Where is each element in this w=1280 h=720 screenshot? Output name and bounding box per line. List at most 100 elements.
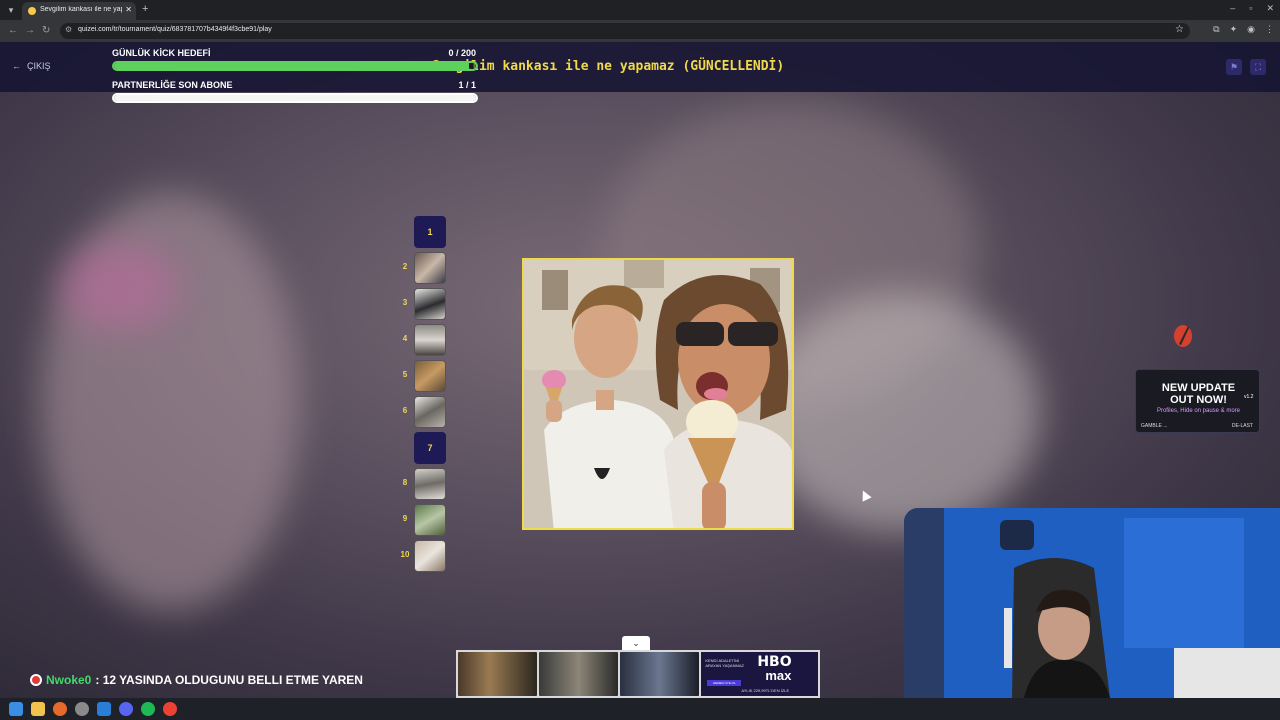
chrome-icon[interactable]	[163, 702, 177, 716]
forward-icon[interactable]: →	[25, 25, 35, 36]
fullscreen-icon[interactable]: ⛶	[1250, 59, 1266, 75]
maximize-icon[interactable]: ▫	[1249, 3, 1252, 14]
update-announcement[interactable]: NEW UPDATE OUT NOW! v1.2 Profiles, Hide …	[1135, 369, 1260, 433]
goal-progress-bar	[112, 61, 478, 71]
ad-poster	[620, 652, 700, 696]
bookmark-star-icon[interactable]: ☆	[1175, 24, 1184, 35]
back-icon[interactable]: ←	[8, 25, 18, 36]
exit-button[interactable]: ← ÇIKIŞ	[12, 61, 51, 71]
url-text: quizei.com/tr/tournament/quiz/683781707b…	[78, 26, 272, 33]
round-item[interactable]: 3	[398, 288, 448, 320]
last-subscriber-goal: PARTNERLİĞE SON ABONE 1 / 1	[112, 80, 478, 103]
chat-message: Nwoke0 : 12 YASINDA OLDUGUNU BELLI ETME …	[30, 673, 363, 687]
update-title-line1: NEW UPDATE	[1161, 382, 1236, 394]
round-number: 2	[402, 262, 408, 271]
profile-icon[interactable]: ◉	[1247, 24, 1255, 35]
round-item[interactable]: 4	[398, 324, 448, 356]
round-item[interactable]: 2	[398, 252, 448, 284]
round-number: 6	[402, 406, 408, 415]
pokeball-icon	[30, 674, 42, 686]
goal-label: PARTNERLİĞE SON ABONE	[112, 80, 233, 90]
flag-icon[interactable]: ⚑	[1226, 59, 1242, 75]
round-item[interactable]: 8	[398, 468, 448, 500]
ad-banner[interactable]: KENDİ ADALETİNİ ARAYAN YAŞANMAZ HBO max …	[456, 650, 820, 698]
quiz-page: ← ÇIKIŞ Sevgilim kankası ile ne yapamaz …	[0, 42, 1280, 698]
quiz-header: ← ÇIKIŞ Sevgilim kankası ile ne yapamaz …	[0, 42, 1280, 103]
question-image[interactable]	[522, 258, 794, 530]
chat-username: Nwoke0	[46, 673, 92, 687]
extensions-puzzle-icon[interactable]: ✦	[1230, 24, 1238, 35]
hbo-max-logo: max	[765, 668, 792, 683]
streamer-webcam	[904, 508, 1280, 698]
goal-label: GÜNLÜK KİCK HEDEFİ	[112, 48, 211, 58]
round-number: 3	[402, 298, 408, 307]
webcam-feed	[904, 508, 1280, 698]
ad-poster	[539, 652, 619, 696]
round-thumbnail	[414, 288, 446, 320]
update-title-line2: OUT NOW!	[1170, 394, 1227, 406]
update-version: v1.2	[1244, 394, 1254, 400]
discord-icon[interactable]	[119, 702, 133, 716]
hbo-logo: HBO	[757, 654, 792, 670]
tab-close-icon[interactable]: ✕	[125, 5, 132, 14]
round-number: 8	[402, 478, 408, 487]
file-explorer-icon[interactable]	[31, 702, 45, 716]
screen: ▾ Sevgilim kankası ile ne yapama ✕ + – ▫…	[0, 0, 1280, 720]
round-number: 5	[402, 370, 408, 379]
ad-poster	[458, 652, 538, 696]
window-controls: – ▫ ✕	[1230, 3, 1274, 14]
hbo-max-ad[interactable]: KENDİ ADALETİNİ ARAYAN YAŞANMAZ HBO max …	[701, 652, 819, 696]
round-number: 9	[402, 514, 408, 523]
background-blur-shape	[60, 242, 180, 332]
spotify-icon[interactable]	[141, 702, 155, 716]
browser-toolbar: ← → ↻ ⚙ quizei.com/tr/tournament/quiz/68…	[0, 20, 1280, 42]
round-thumbnail	[414, 396, 446, 428]
background-blur-shape	[760, 292, 1040, 532]
extension-icon[interactable]: ⧉	[1213, 24, 1219, 35]
round-item[interactable]: 5	[398, 360, 448, 392]
daily-kick-goal: GÜNLÜK KİCK HEDEFİ 0 / 200	[112, 48, 478, 71]
arrow-left-icon: ←	[12, 61, 21, 71]
favicon-icon	[28, 7, 36, 15]
hbo-cta-button[interactable]: HEMEN ÜYE OL	[707, 680, 742, 686]
round-item[interactable]: 6	[398, 396, 448, 428]
tab-search-icon[interactable]: ▾	[4, 3, 18, 17]
round-thumbnail	[414, 504, 446, 536]
round-thumbnail	[414, 540, 446, 572]
update-footer-right: DE-LAST	[1231, 423, 1253, 429]
browser-tab-bar: ▾ Sevgilim kankası ile ne yapama ✕ + – ▫…	[0, 0, 1280, 20]
goal-progress-bar	[112, 93, 478, 103]
site-info-icon[interactable]: ⚙	[65, 25, 72, 34]
extension-icons: ⧉ ✦ ◉ ⋮	[1213, 24, 1274, 35]
menu-kebab-icon[interactable]: ⋮	[1265, 24, 1274, 35]
reload-icon[interactable]: ↻	[42, 25, 50, 36]
address-bar[interactable]: ⚙ quizei.com/tr/tournament/quiz/68378170…	[60, 23, 1190, 39]
round-item[interactable]: 9	[398, 504, 448, 536]
couple-photo	[524, 260, 792, 528]
round-number: 10	[400, 550, 410, 559]
round-item[interactable]: 1	[398, 216, 448, 248]
update-title: NEW UPDATE OUT NOW!	[1136, 382, 1261, 406]
windows-start-icon[interactable]	[9, 702, 23, 716]
steam-icon[interactable]	[97, 702, 111, 716]
round-thumbnail	[414, 324, 446, 356]
hbo-price: AYLIK 229,99TL'DEN İZLE	[741, 688, 790, 693]
obs-icon[interactable]	[75, 702, 89, 716]
round-thumbnail	[414, 252, 446, 284]
round-item[interactable]: 7	[398, 432, 448, 464]
browser-tab[interactable]: Sevgilim kankası ile ne yapama ✕	[22, 2, 136, 20]
round-current-marker: 7	[414, 432, 446, 464]
firefox-icon[interactable]	[53, 702, 67, 716]
close-window-icon[interactable]: ✕	[1266, 3, 1274, 14]
quiz-title: Sevgilim kankası ile ne yapamaz (GÜNCELL…	[432, 59, 785, 74]
round-item[interactable]: 10	[398, 540, 448, 572]
chat-text: : 12 YASINDA OLDUGUNU BELLI ETME YAREN	[95, 673, 363, 687]
new-tab-icon[interactable]: +	[142, 3, 148, 15]
windows-taskbar	[0, 698, 1280, 720]
round-number: 4	[402, 334, 408, 343]
update-subtitle: Profiles, Hide on pause & more	[1156, 408, 1241, 414]
minimize-icon[interactable]: –	[1230, 3, 1235, 14]
goal-count: 1 / 1	[458, 80, 476, 90]
goal-progress-fill	[114, 63, 469, 69]
ad-collapse-chevron-icon[interactable]: ⌄	[622, 636, 650, 650]
